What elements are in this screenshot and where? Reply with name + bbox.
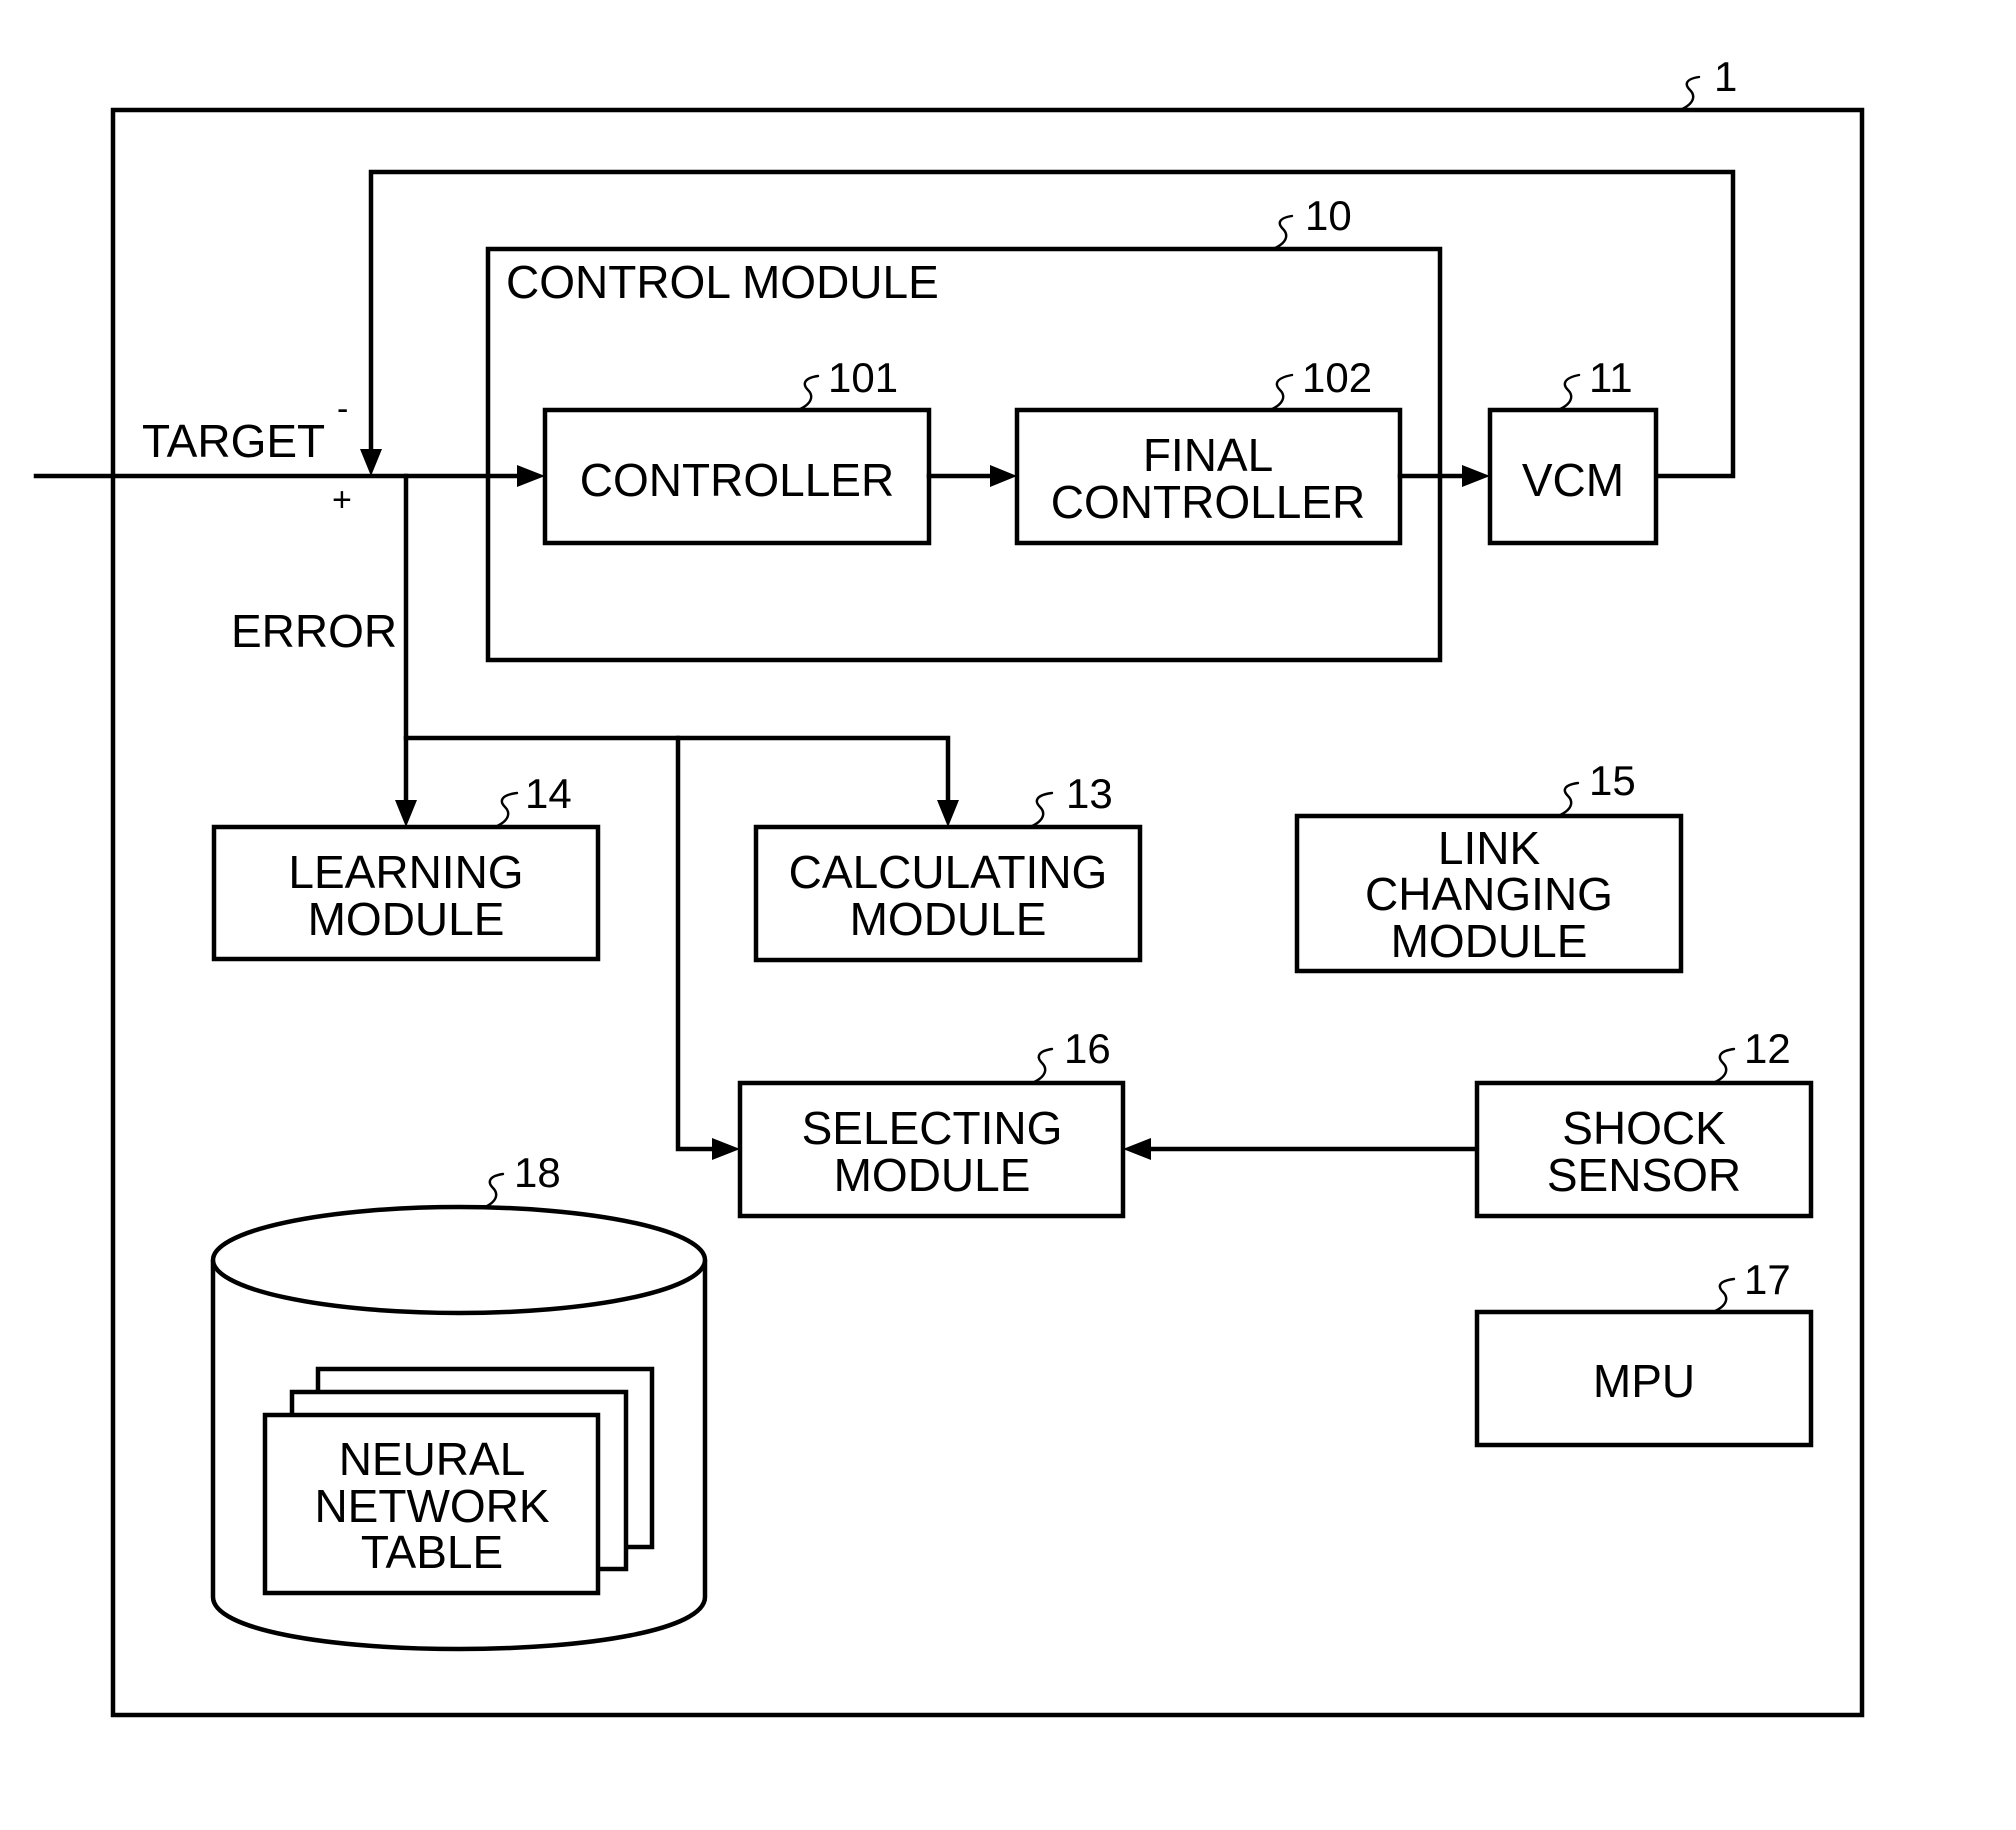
minus-sign: - bbox=[337, 390, 348, 428]
neural-network-table-label-line3: TABLE bbox=[361, 1526, 503, 1578]
neural-network-table-label-line2: NETWORK bbox=[314, 1480, 549, 1532]
learning-module-label-line2: MODULE bbox=[308, 893, 505, 945]
block-diagram: 1 TARGET - + CONTROL MODULE 10 CONTROLLE… bbox=[0, 0, 2016, 1830]
calculating-module-label-line1: CALCULATING bbox=[789, 846, 1108, 898]
final-controller-label-line1: FINAL bbox=[1143, 429, 1273, 481]
final-controller-label-line2: CONTROLLER bbox=[1051, 476, 1365, 528]
ref-label-mpu: 17 bbox=[1744, 1256, 1791, 1303]
controller-label: CONTROLLER bbox=[580, 454, 894, 506]
shock-sensor-label-line1: SHOCK bbox=[1562, 1102, 1726, 1154]
ref-label-controller: 101 bbox=[828, 354, 898, 401]
link-changing-module-label-line3: MODULE bbox=[1391, 915, 1588, 967]
target-label: TARGET bbox=[142, 415, 325, 467]
link-changing-module-label-line1: LINK bbox=[1438, 822, 1541, 874]
ref-label-shock-sensor: 12 bbox=[1744, 1025, 1791, 1072]
ref-label-device: 1 bbox=[1714, 53, 1737, 100]
shock-sensor-label-line2: SENSOR bbox=[1547, 1149, 1741, 1201]
link-changing-module-label-line2: CHANGING bbox=[1365, 868, 1613, 920]
ref-label-vcm: 11 bbox=[1589, 354, 1633, 401]
ref-label-control-module: 10 bbox=[1305, 192, 1352, 239]
error-label: ERROR bbox=[231, 605, 397, 657]
mpu-label: MPU bbox=[1593, 1355, 1695, 1407]
control-module-label: CONTROL MODULE bbox=[506, 256, 939, 308]
ref-label-learning-module: 14 bbox=[525, 770, 572, 817]
ref-label-link-changing-module: 15 bbox=[1589, 757, 1636, 804]
ref-label-storage: 18 bbox=[514, 1149, 561, 1196]
calculating-module-label-line2: MODULE bbox=[850, 893, 1047, 945]
neural-network-table-label-line1: NEURAL bbox=[339, 1433, 526, 1485]
learning-module-label-line1: LEARNING bbox=[288, 846, 523, 898]
selecting-module-label-line1: SELECTING bbox=[802, 1102, 1063, 1154]
ref-label-calculating-module: 13 bbox=[1066, 770, 1113, 817]
selecting-module-label-line2: MODULE bbox=[834, 1149, 1031, 1201]
ref-label-selecting-module: 16 bbox=[1064, 1025, 1111, 1072]
vcm-label: VCM bbox=[1522, 454, 1624, 506]
ref-label-final-controller: 102 bbox=[1302, 354, 1372, 401]
plus-sign: + bbox=[332, 481, 352, 519]
cylinder-top bbox=[210, 1204, 708, 1316]
